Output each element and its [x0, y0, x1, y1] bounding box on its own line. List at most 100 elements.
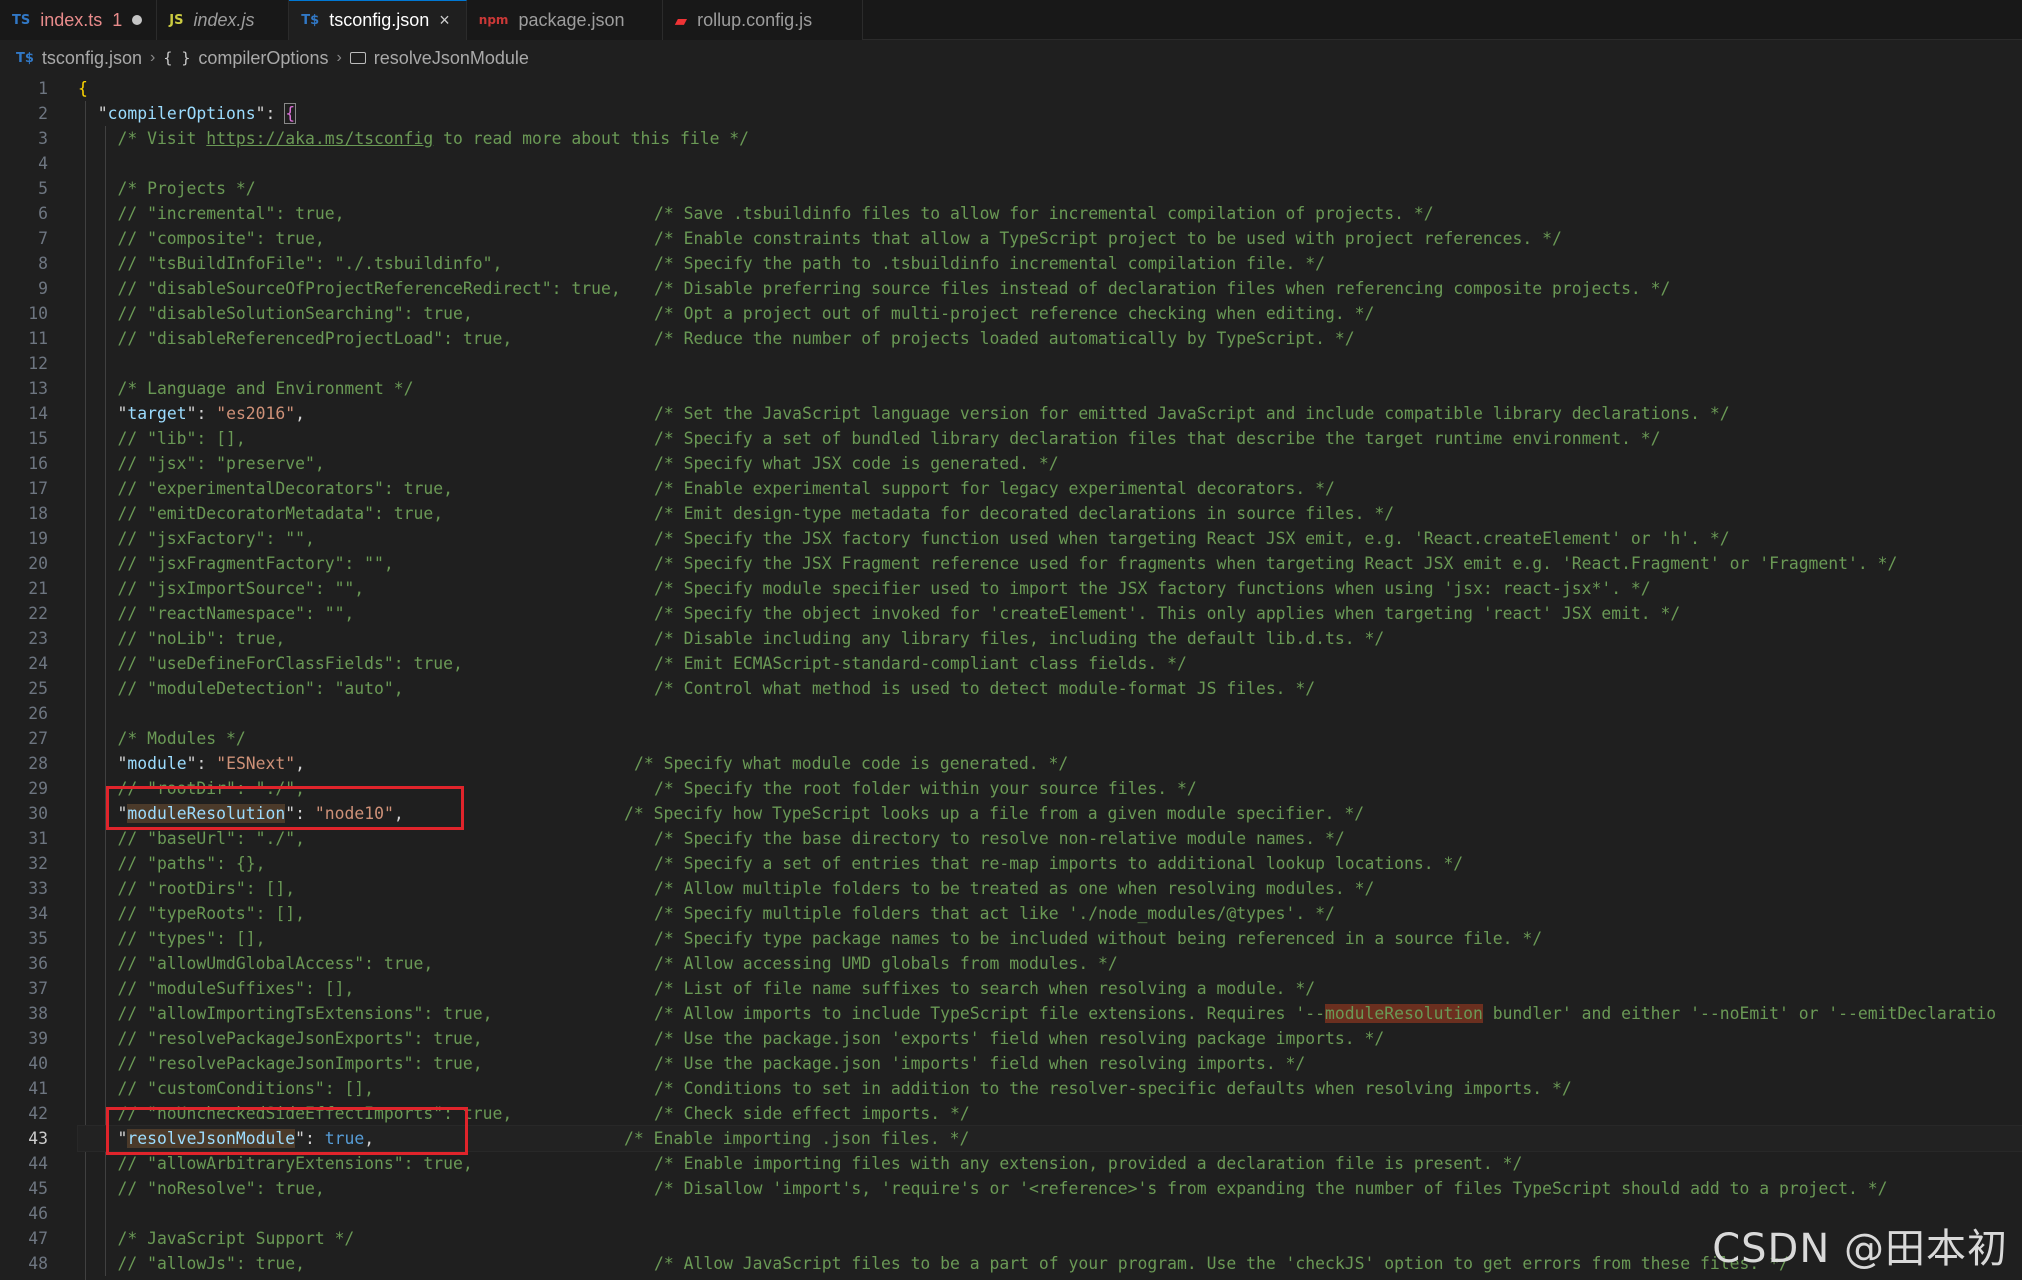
code-line[interactable]: "target": "es2016", /* Set the JavaScript…: [78, 401, 2022, 426]
code-line[interactable]: // "allowImportingTsExtensions": true, /*…: [78, 1001, 2022, 1026]
code-line[interactable]: // "paths": {}, /* Specify a set of entri…: [78, 851, 2022, 876]
code-text: {: [78, 79, 88, 98]
code-text: "target": "es2016",: [117, 404, 306, 423]
code-line[interactable]: [78, 701, 2022, 726]
code-line[interactable]: // "jsx": "preserve", /* Specify what JSX…: [78, 451, 2022, 476]
inline-comment: /* Specify how TypeScript looks up a fil…: [624, 804, 1365, 823]
line-number: 42: [28, 1104, 48, 1123]
code-text: // "jsxFactory": "",: [78, 529, 315, 548]
tab-package-json[interactable]: npm package.json: [466, 0, 663, 40]
code-line[interactable]: // "types": [], /* Specify type package n…: [78, 926, 2022, 951]
code-text: // "baseUrl": "./",: [78, 829, 305, 848]
unsaved-dot-icon[interactable]: [132, 15, 143, 25]
code-line[interactable]: // "jsxImportSource": "", /* Specify modu…: [78, 576, 2022, 601]
code-line[interactable]: // "jsxFragmentFactory": "", /* Specify t…: [78, 551, 2022, 576]
line-number: 16: [28, 454, 48, 473]
line-number: 15: [28, 429, 48, 448]
code-line[interactable]: // "disableReferencedProjectLoad": true,…: [78, 326, 2022, 351]
line-number: 35: [28, 929, 48, 948]
code-line[interactable]: /* Language and Environment */: [78, 376, 2022, 401]
code-line[interactable]: // "resolvePackageJsonImports": true, /* …: [78, 1051, 2022, 1076]
code-editor[interactable]: 1 2 3 4 5 6 7 8 9 10 11 12 13 14 15 16 17 18 19 20 21 22 23 24 2…: [0, 76, 2022, 1280]
tsconfig-file-icon: T$: [301, 13, 320, 28]
inline-comment: /* Conditions to set in addition to the …: [654, 1079, 1572, 1098]
tab-label: tsconfig.json: [329, 10, 430, 30]
code-line[interactable]: [78, 151, 2022, 176]
code-line[interactable]: // "incremental": true, /* Save .tsbuildi…: [78, 201, 2022, 226]
inline-comment: /* Reduce the number of projects loaded …: [654, 329, 1355, 348]
editor-tab-bar: TS index.ts 1 JS index.js T$ tsconfig.js…: [0, 0, 2022, 40]
code-line[interactable]: [78, 351, 2022, 376]
breadcrumb-section[interactable]: compilerOptions: [198, 48, 328, 69]
code-line[interactable]: // "tsBuildInfoFile": "./.tsbuildinfo", /…: [78, 251, 2022, 276]
code-line[interactable]: // "disableSourceOfProjectReferenceRedir…: [78, 276, 2022, 301]
code-text: // "noLib": true,: [78, 629, 286, 648]
line-number: 19: [28, 529, 48, 548]
code-line[interactable]: // "experimentalDecorators": true, /* Ena…: [78, 476, 2022, 501]
code-line[interactable]: /* Projects */: [78, 176, 2022, 201]
code-line[interactable]: // "emitDecoratorMetadata": true, /* Emit…: [78, 501, 2022, 526]
tab-tsconfig-json[interactable]: T$ tsconfig.json ×: [289, 0, 467, 40]
line-number: 8: [38, 254, 48, 273]
tab-index-ts[interactable]: TS index.ts 1: [0, 0, 158, 40]
inline-comment: /* Emit design-type metadata for decorat…: [654, 504, 1395, 523]
tab-rollup-config-js[interactable]: ▰ rollup.config.js: [662, 0, 863, 40]
code-text: /* Language and Environment */: [78, 379, 414, 398]
code-line[interactable]: // "moduleDetection": "auto", /* Control …: [78, 676, 2022, 701]
code-line[interactable]: // "composite": true, /* Enable constrain…: [78, 226, 2022, 251]
code-text: // "emitDecoratorMetadata": true,: [78, 504, 444, 523]
line-number: 22: [28, 604, 48, 623]
inline-comment: /* Specify the root folder within your s…: [654, 779, 1197, 798]
chevron-right-icon: ›: [149, 49, 156, 66]
inline-comment: /* Enable importing files with any exten…: [654, 1154, 1523, 1173]
code-line[interactable]: "module": "ESNext", /* Specify what modul…: [78, 751, 2022, 776]
inline-comment: /* Enable experimental support for legac…: [654, 479, 1335, 498]
code-line[interactable]: // "customConditions": [], /* Conditions …: [78, 1076, 2022, 1101]
code-line[interactable]: // "typeRoots": [], /* Specify multiple f…: [78, 901, 2022, 926]
code-text: // "jsxFragmentFactory": "",: [78, 554, 394, 573]
code-line[interactable]: // "rootDirs": [], /* Allow multiple fold…: [78, 876, 2022, 901]
code-line[interactable]: // "moduleSuffixes": [], /* List of file …: [78, 976, 2022, 1001]
line-number: 32: [28, 854, 48, 873]
code-line[interactable]: // "noResolve": true, /* Disallow 'import…: [78, 1176, 2022, 1201]
line-number: 20: [28, 554, 48, 573]
annotation-highlight-box: [106, 1107, 468, 1155]
code-line[interactable]: // "checkJs": true,/* Enable error repor…: [78, 1276, 2022, 1280]
tab-index-js[interactable]: JS index.js: [157, 0, 290, 40]
line-number: 10: [28, 304, 48, 323]
inline-comment: /* Opt a project out of multi-project re…: [654, 304, 1375, 323]
code-line[interactable]: /* Modules */: [78, 726, 2022, 751]
breadcrumb-property[interactable]: resolveJsonModule: [374, 48, 529, 69]
line-number: 31: [28, 829, 48, 848]
code-line[interactable]: // "resolvePackageJsonExports": true, /* …: [78, 1026, 2022, 1051]
inline-comment: /* Specify the JSX Fragment reference us…: [654, 554, 1898, 573]
line-number: 9: [38, 279, 48, 298]
line-number: 46: [28, 1204, 48, 1223]
code-line[interactable]: "compilerOptions": {: [78, 101, 2022, 126]
code-text: // "disableReferencedProjectLoad": true,: [78, 329, 513, 348]
code-line[interactable]: // "jsxFactory": "", /* Specify the JSX f…: [78, 526, 2022, 551]
code-text: // "jsxImportSource": "",: [78, 579, 365, 598]
close-icon[interactable]: ×: [439, 10, 450, 31]
code-line[interactable]: /* Visit https://aka.ms/tsconfig to read…: [78, 126, 2022, 151]
code-line[interactable]: // "reactNamespace": "", /* Specify the o…: [78, 601, 2022, 626]
code-line[interactable]: {: [78, 76, 2022, 101]
code-text: // "reactNamespace": "",: [78, 604, 355, 623]
code-line[interactable]: // "noLib": true, /* Disable including an…: [78, 626, 2022, 651]
line-number: 7: [38, 229, 48, 248]
code-line[interactable]: // "disableSolutionSearching": true, /* O…: [78, 301, 2022, 326]
code-line[interactable]: // "allowUmdGlobalAccess": true, /* Allow…: [78, 951, 2022, 976]
code-area[interactable]: { "compilerOptions": { /* Visit https://…: [77, 76, 2022, 1280]
code-line[interactable]: // "lib": [], /* Specify a set of bundled…: [78, 426, 2022, 451]
code-text: // "incremental": true,: [78, 204, 345, 223]
line-number: 26: [28, 704, 48, 723]
inline-comment: /* Specify a set of entries that re-map …: [654, 854, 1464, 873]
line-number: 23: [28, 629, 48, 648]
inline-comment: /* Enable error reporting in type-checke…: [654, 1276, 1266, 1280]
code-text: // "moduleSuffixes": [],: [78, 979, 355, 998]
inline-comment: /* Check side effect imports. */: [654, 1104, 970, 1123]
line-number: 48: [28, 1254, 48, 1273]
code-line[interactable]: // "useDefineForClassFields": true, /* Em…: [78, 651, 2022, 676]
line-number: 36: [28, 954, 48, 973]
breadcrumb-file[interactable]: tsconfig.json: [42, 48, 142, 69]
